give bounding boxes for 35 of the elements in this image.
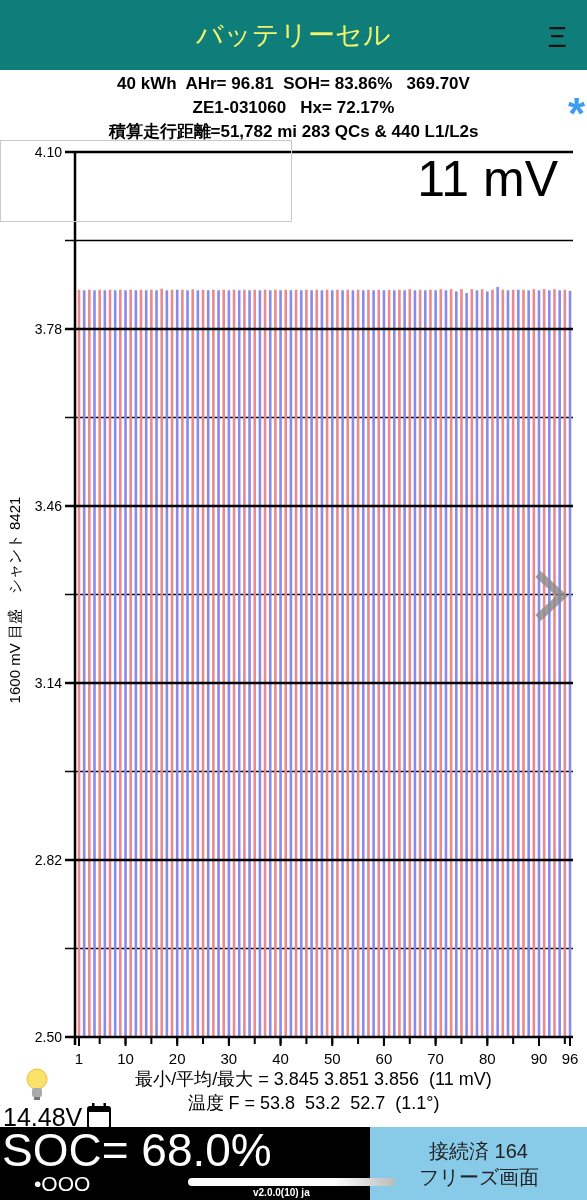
x-axis-label: 60 bbox=[375, 1050, 393, 1067]
y-axis-label: 2.82 bbox=[34, 852, 62, 868]
info-line: ZE1-031060 Hx= 72.17% bbox=[192, 98, 395, 117]
x-axis-label: 20 bbox=[168, 1050, 186, 1067]
x-axis-label: 80 bbox=[478, 1050, 496, 1067]
x-axis-label: 96 bbox=[561, 1050, 579, 1067]
x-axis-label: 50 bbox=[323, 1050, 341, 1067]
lightbulb-icon bbox=[25, 1068, 49, 1102]
home-indicator[interactable] bbox=[188, 1178, 395, 1186]
x-axis-label: 90 bbox=[530, 1050, 548, 1067]
battery-voltage: 14.48V bbox=[3, 1105, 83, 1130]
x-axis-label: 30 bbox=[220, 1050, 238, 1067]
info-line: 40 kWh AHr= 96.81 SOH= 83.86% 369.70V bbox=[117, 74, 470, 93]
soc-reading: SOC= 68.0% bbox=[1, 1127, 273, 1173]
y-axis-label: 4.10 bbox=[34, 144, 62, 160]
menu-button[interactable]: Ξ bbox=[547, 22, 567, 52]
y-axis-label: 3.46 bbox=[34, 498, 62, 514]
x-axis-label: 40 bbox=[272, 1050, 289, 1067]
stats-line: 最小/平均/最大 = 3.845 3.851 3.856 (11 mV) bbox=[135, 1069, 492, 1089]
status-line: 接続済 164 bbox=[429, 1138, 528, 1164]
y-axis-label: 3.78 bbox=[34, 321, 62, 337]
x-axis-label: 70 bbox=[427, 1050, 444, 1067]
status-line: フリーズ画面 bbox=[418, 1164, 539, 1190]
screen-title: バッテリーセル bbox=[196, 18, 391, 52]
page-indicator[interactable]: •OOO bbox=[34, 1173, 91, 1194]
x-axis-label: 10 bbox=[117, 1050, 134, 1067]
info-line: 積算走行距離=51,782 mi 283 QCs & 440 L1/L2s bbox=[108, 122, 479, 141]
y-axis-label: 3.14 bbox=[34, 675, 62, 691]
spread-reading: 11 mV bbox=[417, 151, 558, 207]
y-axis-label: 2.50 bbox=[34, 1029, 62, 1045]
stats-line: 温度 F = 53.8 53.2 52.7 (1.1°) bbox=[187, 1093, 440, 1113]
x-axis-label: 1 bbox=[74, 1050, 84, 1067]
version-label: v2.0.0(10) ja bbox=[253, 1187, 310, 1199]
asterisk-icon[interactable]: * bbox=[567, 92, 585, 136]
y-axis-title: 1600 mV 目盛 シャント 8421 bbox=[6, 496, 23, 704]
